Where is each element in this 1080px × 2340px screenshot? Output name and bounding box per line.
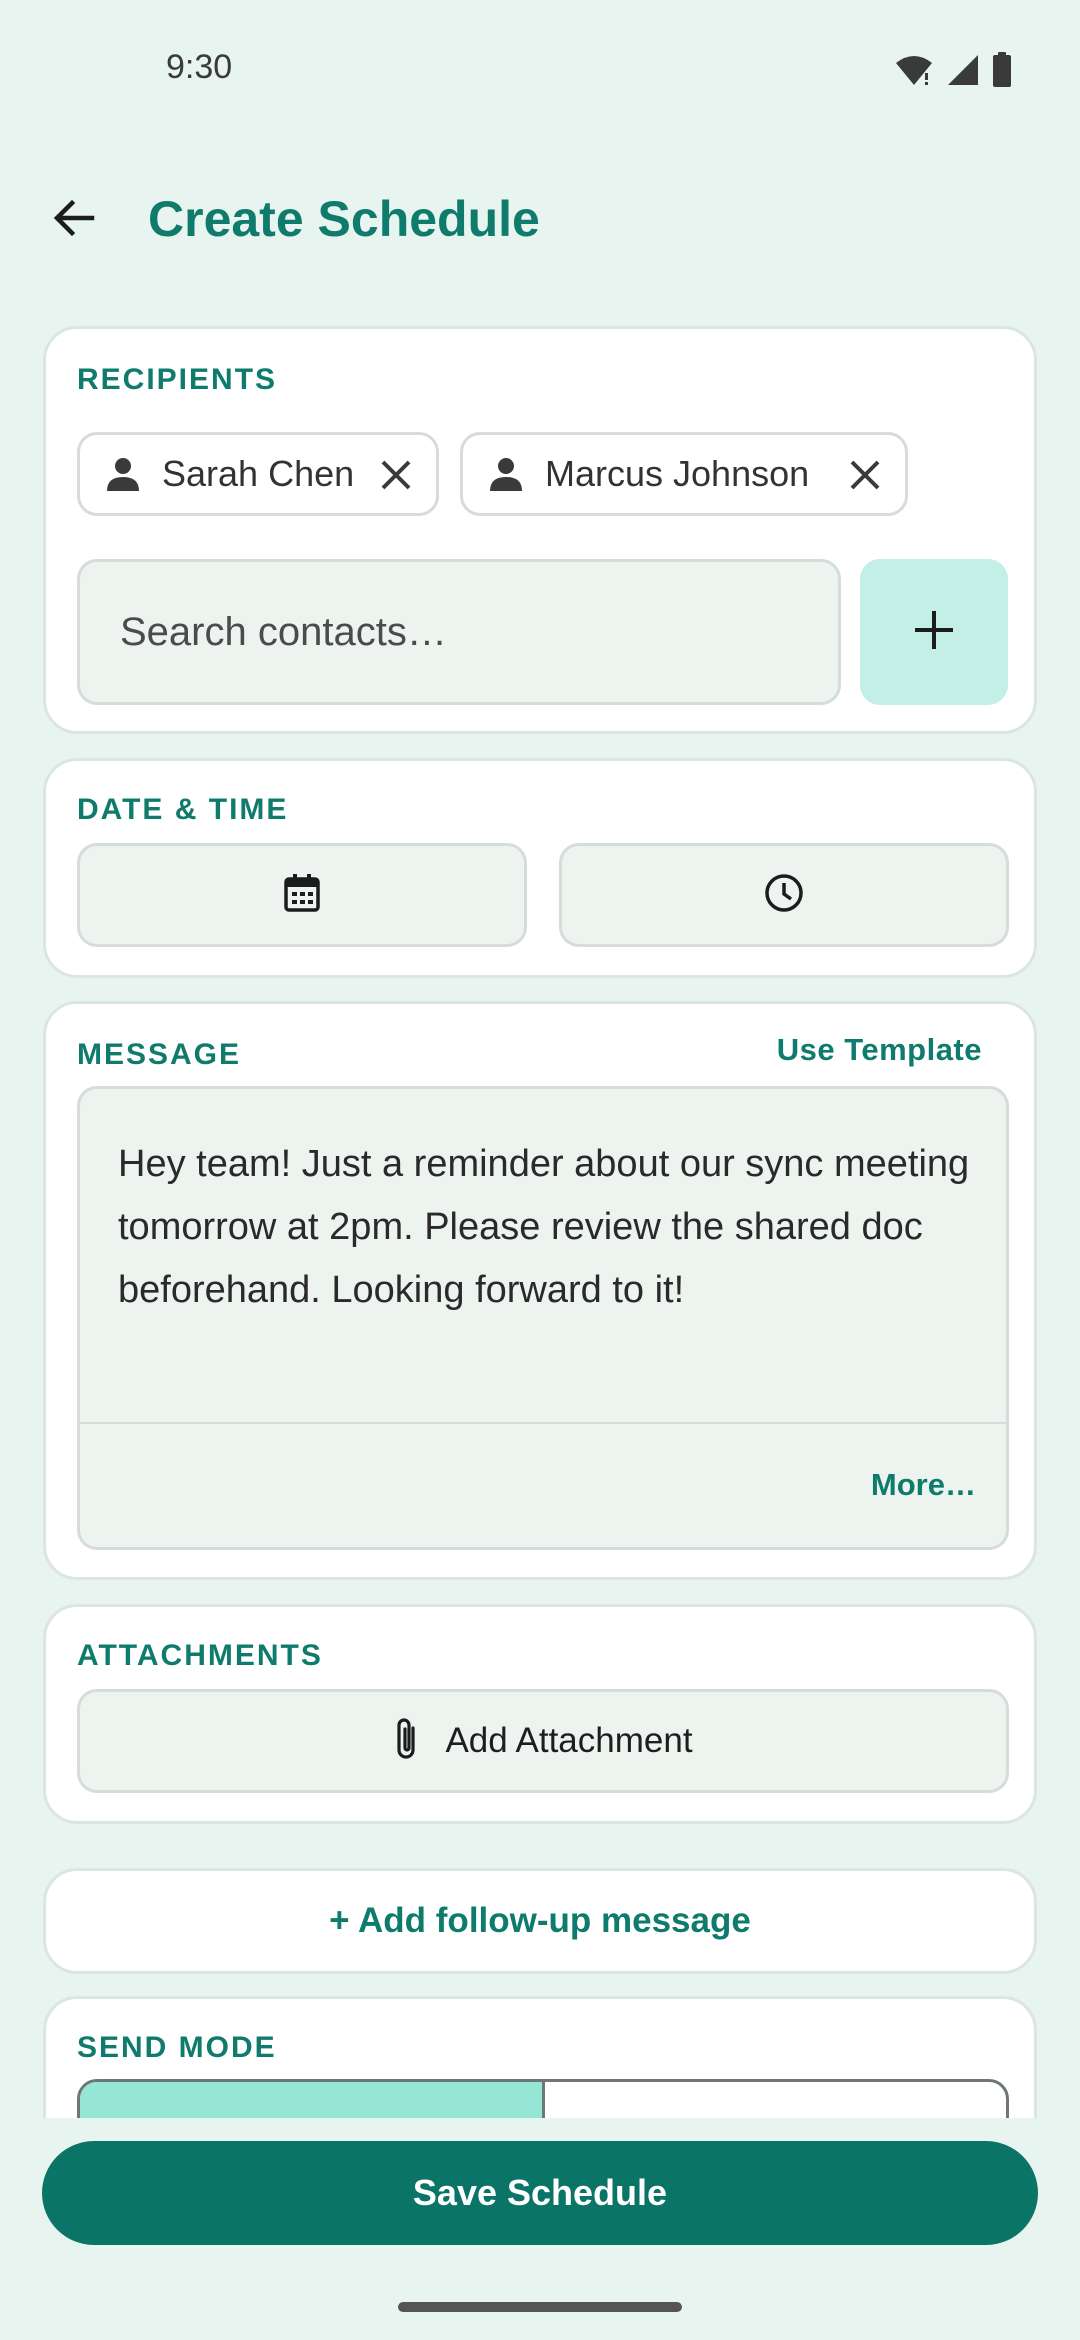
add-recipient-button[interactable]	[860, 559, 1008, 705]
date-time-card: DATE & TIME	[43, 758, 1037, 978]
recipient-chip-label: Marcus Johnson	[545, 453, 810, 494]
plus-icon	[912, 608, 956, 657]
calendar-icon	[283, 873, 321, 918]
time-picker-button[interactable]	[559, 843, 1009, 947]
battery-icon	[992, 52, 1012, 93]
save-schedule-button[interactable]: Save Schedule	[42, 2141, 1038, 2245]
close-icon[interactable]	[376, 455, 416, 495]
close-icon[interactable]	[845, 455, 885, 495]
message-card: MESSAGE Use Template Hey team! Just a re…	[43, 1001, 1037, 1580]
send-mode-label: SEND MODE	[77, 2031, 277, 2064]
message-divider	[80, 1422, 1006, 1424]
signal-icon	[946, 53, 980, 92]
recipient-chip-label: Sarah Chen	[162, 453, 355, 494]
wifi-icon	[894, 53, 934, 92]
recipient-chip[interactable]: Marcus Johnson	[460, 432, 908, 516]
search-contacts-field[interactable]	[77, 559, 841, 705]
message-textarea[interactable]: Hey team! Just a reminder about our sync…	[77, 1086, 1009, 1550]
person-icon	[102, 453, 144, 495]
back-button[interactable]	[44, 190, 104, 250]
add-follow-up-label: + Add follow-up message	[329, 1901, 751, 1940]
paperclip-icon	[393, 1716, 421, 1767]
save-schedule-label: Save Schedule	[412, 2172, 668, 2213]
home-indicator[interactable]	[398, 2302, 682, 2312]
status-time: 9:30	[166, 48, 233, 86]
add-attachment-button[interactable]: Add Attachment	[77, 1689, 1009, 1793]
clock-icon	[763, 872, 805, 919]
status-icons	[894, 52, 1012, 93]
recipient-chip[interactable]: Sarah Chen	[77, 432, 439, 516]
recipients-label: RECIPIENTS	[77, 363, 278, 396]
app-bar: Create Schedule	[0, 170, 1080, 270]
status-bar: 9:30	[0, 0, 1080, 140]
use-template-link[interactable]: Use Template	[777, 1032, 982, 1068]
message-label: MESSAGE	[77, 1038, 242, 1071]
add-follow-up-button[interactable]: + Add follow-up message	[43, 1868, 1037, 1974]
back-arrow-icon	[50, 194, 98, 247]
recipients-card: RECIPIENTS Sarah Chen Marcus Johnson	[43, 326, 1037, 734]
attachments-card: ATTACHMENTS Add Attachment	[43, 1604, 1037, 1824]
message-body[interactable]: Hey team! Just a reminder about our sync…	[118, 1133, 978, 1322]
date-time-label: DATE & TIME	[77, 793, 289, 826]
more-link[interactable]: More…	[871, 1467, 976, 1503]
date-picker-button[interactable]	[77, 843, 527, 947]
page-title: Create Schedule	[148, 191, 540, 247]
add-attachment-label: Add Attachment	[445, 1721, 693, 1760]
person-icon	[485, 453, 527, 495]
search-input[interactable]	[120, 609, 838, 655]
attachments-label: ATTACHMENTS	[77, 1639, 323, 1672]
